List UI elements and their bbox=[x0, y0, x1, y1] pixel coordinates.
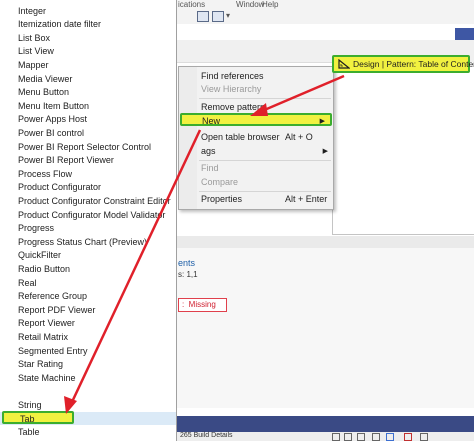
shortcut-label: Alt + Enter bbox=[285, 194, 328, 204]
menu-item-find-references[interactable]: Find references bbox=[179, 70, 333, 83]
status-icon-a[interactable] bbox=[332, 433, 340, 441]
list-item[interactable]: Report PDF Viewer bbox=[0, 304, 176, 318]
divider bbox=[332, 234, 474, 235]
menu-separator bbox=[199, 160, 331, 161]
submenu-arrow-icon: ▶ bbox=[322, 148, 328, 155]
list-item[interactable]: Report Viewer bbox=[0, 317, 176, 331]
list-item[interactable]: Star Rating bbox=[0, 358, 176, 372]
list-item[interactable]: Reference Group bbox=[0, 290, 176, 304]
menu-item-tags-label: ags bbox=[201, 146, 216, 156]
list-item[interactable]: Menu Button bbox=[0, 86, 176, 100]
status-icon-g[interactable] bbox=[420, 433, 428, 441]
status-icon-c[interactable] bbox=[357, 433, 365, 441]
list-item-tab[interactable]: Tab bbox=[2, 410, 74, 425]
shortcut-label: Alt + O bbox=[285, 132, 313, 142]
list-item[interactable]: Itemization date filter bbox=[0, 18, 176, 32]
menu-item-new-label: New bbox=[202, 116, 221, 126]
list-item[interactable]: Process Flow bbox=[0, 168, 176, 182]
pattern-link-fragment[interactable]: ents bbox=[178, 258, 195, 268]
splitter[interactable] bbox=[176, 236, 474, 248]
menu-item-open-table-browser[interactable]: Open table browser Alt + O bbox=[179, 131, 333, 144]
list-item[interactable]: Power BI control bbox=[0, 127, 176, 141]
output-pane bbox=[176, 248, 474, 408]
list-item[interactable]: Product Configurator Model Validator bbox=[0, 209, 176, 223]
properties-pane bbox=[332, 62, 474, 234]
list-item[interactable]: State Machine bbox=[0, 372, 176, 386]
list-item[interactable]: List View bbox=[0, 45, 176, 59]
menu-item-open-table-browser-label: Open table browser bbox=[201, 132, 280, 142]
list-item[interactable]: Retail Matrix bbox=[0, 331, 176, 345]
list-item[interactable]: Integer bbox=[0, 5, 176, 19]
menu-separator bbox=[199, 98, 331, 99]
list-item[interactable]: Radio Button bbox=[0, 263, 176, 277]
menu-item-properties[interactable]: Properties Alt + Enter bbox=[179, 193, 333, 206]
list-item[interactable]: Progress Status Chart (Preview) bbox=[0, 236, 176, 250]
menu-item-find[interactable]: Find bbox=[179, 162, 333, 175]
missing-status-badge: : Missing bbox=[178, 298, 227, 312]
list-item[interactable]: Menu Item Button bbox=[0, 100, 176, 114]
missing-label: Missing bbox=[188, 300, 216, 309]
status-icon-b[interactable] bbox=[344, 433, 352, 441]
count-fragment: s: 1,1 bbox=[178, 270, 198, 279]
list-item[interactable]: Product Configurator Constraint Editor bbox=[0, 195, 176, 209]
menu-item-tags[interactable]: ags ▶ bbox=[179, 145, 333, 158]
list-item[interactable]: List Box bbox=[0, 32, 176, 46]
list-item[interactable]: Power BI Report Selector Control bbox=[0, 141, 176, 155]
status-icon-e[interactable] bbox=[386, 433, 394, 441]
context-menu: Find references View Hierarchy Remove pa… bbox=[178, 66, 334, 210]
status-icon-f[interactable] bbox=[404, 433, 412, 441]
ruler-triangle-icon bbox=[338, 59, 350, 69]
submenu-arrow-icon: ▶ bbox=[319, 118, 325, 125]
menu-item-view-hierarchy[interactable]: View Hierarchy bbox=[179, 83, 333, 96]
menu-item-compare[interactable]: Compare bbox=[179, 176, 333, 189]
list-item[interactable]: QuickFilter bbox=[0, 249, 176, 263]
menu-window[interactable]: Window bbox=[236, 0, 264, 9]
layout-icon[interactable] bbox=[212, 11, 224, 22]
list-item[interactable]: Power Apps Host bbox=[0, 113, 176, 127]
window-icon[interactable] bbox=[197, 11, 209, 22]
toolbar-dropdown-icon[interactable]: ▾ bbox=[226, 11, 230, 20]
menu-item-properties-label: Properties bbox=[201, 194, 243, 204]
build-details-tab[interactable]: 265 Build Details bbox=[180, 432, 233, 439]
list-item[interactable]: Real bbox=[0, 277, 176, 291]
list-item[interactable]: Progress bbox=[0, 222, 176, 236]
list-item[interactable]: Segmented Entry bbox=[0, 345, 176, 359]
list-item[interactable]: Power BI Report Viewer bbox=[0, 154, 176, 168]
list-item[interactable]: Media Viewer bbox=[0, 73, 176, 87]
menu-separator bbox=[199, 191, 331, 192]
menu-applications[interactable]: ications bbox=[178, 0, 205, 9]
list-item[interactable]: Mapper bbox=[0, 59, 176, 73]
pattern-callout: Design | Pattern: Table of Contents bbox=[332, 55, 474, 73]
bottom-bar bbox=[176, 416, 474, 432]
menu-help[interactable]: Help bbox=[262, 0, 278, 9]
callout-text: Design | Pattern: Table of Contents bbox=[353, 59, 474, 69]
status-icon-d[interactable] bbox=[372, 433, 380, 441]
menu-item-new[interactable]: New ▶ bbox=[180, 113, 332, 126]
list-item[interactable]: Product Configurator bbox=[0, 181, 176, 195]
list-item[interactable]: Table bbox=[0, 426, 176, 440]
control-type-list[interactable]: Integer Itemization date filter List Box… bbox=[0, 0, 177, 441]
